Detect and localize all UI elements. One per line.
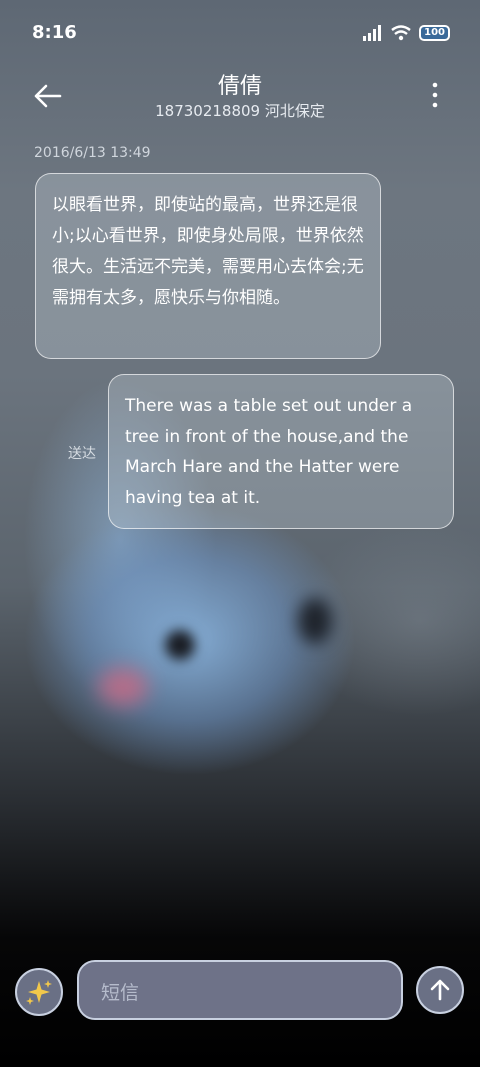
status-bar: 8:16 100 <box>0 0 480 60</box>
delivery-status: 送达 <box>68 446 96 462</box>
status-icons: 100 <box>363 25 450 41</box>
sparkle-button[interactable] <box>15 968 63 1016</box>
sparkle-icon <box>26 980 52 1005</box>
status-time: 8:16 <box>32 22 77 43</box>
signal-icon <box>363 25 382 41</box>
composer-bar: 短信 <box>0 958 480 1022</box>
more-vertical-icon[interactable] <box>430 80 440 110</box>
contact-number-location: 18730218809 河北保定 <box>155 102 325 120</box>
battery-icon: 100 <box>419 25 450 41</box>
wallpaper-detail <box>165 630 195 660</box>
wifi-icon <box>391 25 411 41</box>
wallpaper-detail <box>98 668 148 706</box>
message-input[interactable]: 短信 <box>77 960 403 1020</box>
wallpaper-detail <box>298 598 332 644</box>
conversation-header: 倩倩 18730218809 河北保定 <box>0 60 480 130</box>
incoming-message-bubble[interactable]: 以眼看世界，即使站的最高，世界还是很小;以心看世界，即使身处局限，世界依然很大。… <box>35 173 381 359</box>
contact-name: 倩倩 <box>217 74 262 99</box>
message-timestamp: 2016/6/13 13:49 <box>34 145 151 161</box>
outgoing-message-bubble[interactable]: There was a table set out under a tree i… <box>108 374 454 529</box>
send-arrow-icon <box>430 979 450 1001</box>
send-button[interactable] <box>416 966 464 1014</box>
